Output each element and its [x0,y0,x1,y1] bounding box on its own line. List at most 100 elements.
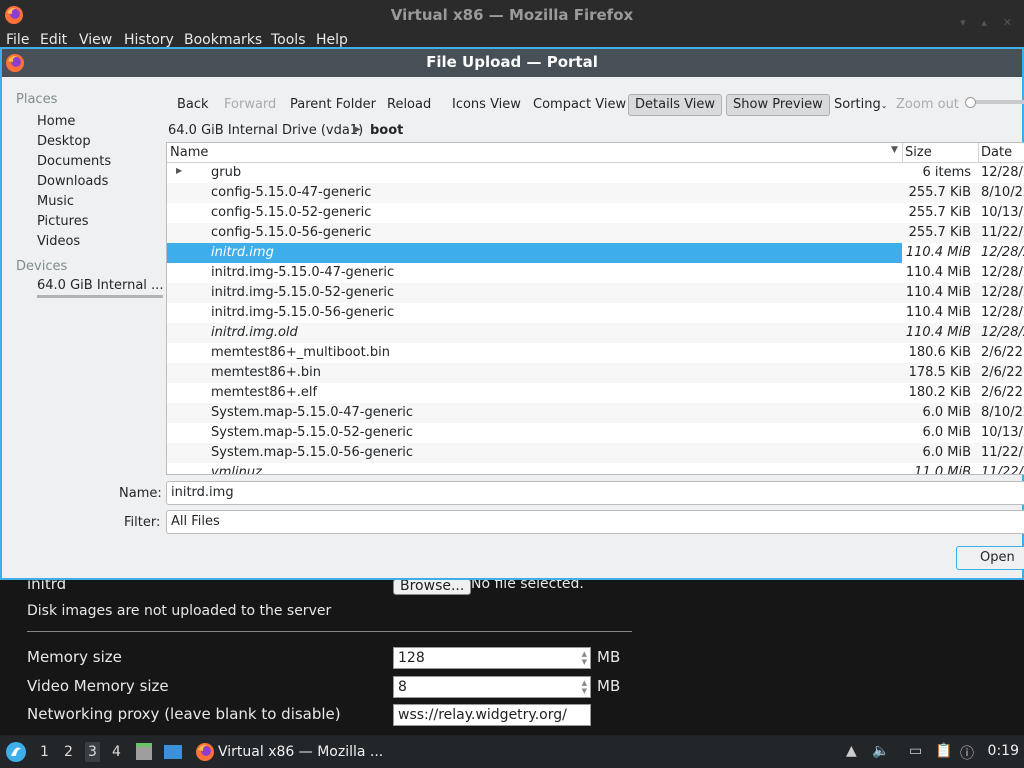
network-icon[interactable]: ▭ [909,743,922,759]
dialog-title: File Upload — Portal [426,53,598,71]
file-row[interactable]: config-5.15.0-56-generic 255.7 KiB 11/22… [167,223,1024,243]
column-separator[interactable] [902,143,903,162]
clipboard-icon[interactable]: 📋 [935,743,952,759]
workspace-1[interactable]: 1 [40,744,49,760]
video-memory-unit: MB [597,677,621,695]
sort-down-icon[interactable]: ▼ [891,145,898,155]
zoom-out-button[interactable]: Zoom out [890,94,965,116]
menu-tools[interactable]: Tools [271,32,306,48]
file-date: 11/22/2 [981,465,1024,475]
filter-select[interactable]: All Files [166,510,1024,534]
spinner-icon[interactable]: ▲ ▼ [582,650,587,666]
volume-icon[interactable]: 🔈 [872,743,889,759]
place-videos[interactable]: Videos [37,234,80,249]
place-music[interactable]: Music [37,194,74,209]
memory-size-input[interactable]: 128 ▲ ▼ [393,647,591,669]
notification-icon[interactable]: ⓘ [960,743,974,763]
file-name: config-5.15.0-47-generic [211,185,372,200]
menu-history[interactable]: History [124,32,174,48]
back-button[interactable]: Back [171,94,215,116]
menu-edit[interactable]: Edit [40,32,67,48]
workspace-3[interactable]: 3 [85,742,100,762]
file-size: 110.4 MiB [905,265,971,280]
video-memory-label: Video Memory size [27,677,169,695]
file-date: 10/13/2 [981,425,1024,440]
proxy-input[interactable]: wss://relay.widgetry.org/ [393,704,591,726]
file-row[interactable]: initrd.img-5.15.0-56-generic 110.4 MiB 1… [167,303,1024,323]
app-launcher-icon[interactable] [5,741,27,763]
window-icon[interactable] [163,743,183,761]
file-name: initrd.img.old [211,325,298,340]
file-row-selected[interactable]: initrd.img 110.4 MiB 12/28/2 [167,243,1024,263]
file-row[interactable]: memtest86+.bin 178.5 KiB 2/6/22 1 [167,363,1024,383]
file-size: 255.7 KiB [908,205,971,220]
expand-arrow-icon[interactable]: ▶ [176,166,182,175]
parent-folder-button[interactable]: Parent Folder [284,94,382,116]
place-downloads[interactable]: Downloads [37,174,108,189]
place-documents[interactable]: Documents [37,154,111,169]
place-desktop[interactable]: Desktop [37,134,91,149]
upload-icon[interactable]: ▲ [846,743,857,759]
file-name-input[interactable]: initrd.img [166,481,1024,505]
file-row[interactable]: vmlinuz 11.0 MiB 11/22/2 [167,463,1024,475]
browse-button[interactable]: Browse... [393,579,472,595]
firefox-titlebar: Virtual x86 — Mozilla Firefox ▾ ▴ ✕ [0,0,1024,30]
dialog-titlebar: File Upload — Portal [2,49,1022,77]
proxy-label: Networking proxy (leave blank to disable… [27,705,341,723]
file-row[interactable]: System.map-5.15.0-52-generic 6.0 MiB 10/… [167,423,1024,443]
breadcrumb-folder[interactable]: boot [370,123,403,138]
sorting-button[interactable]: Sorting⌄ [828,94,893,116]
file-list[interactable]: Name ▼ Size Date ▶ grub 6 items 12/28/2 … [166,142,1024,475]
taskbar-firefox-button[interactable]: Virtual x86 — Mozilla ... [195,740,383,764]
file-row[interactable]: initrd.img.old 110.4 MiB 12/28/2 [167,323,1024,343]
forward-button[interactable]: Forward [218,94,282,116]
open-button[interactable]: Open [956,546,1024,570]
file-row[interactable]: initrd.img-5.15.0-52-generic 110.4 MiB 1… [167,283,1024,303]
device-internal-drive[interactable]: 64.0 GiB Internal ... [37,278,164,298]
file-manager-icon[interactable] [135,742,153,762]
memory-size-value: 128 [398,650,425,666]
menu-bookmarks[interactable]: Bookmarks [184,32,262,48]
place-home[interactable]: Home [37,114,75,129]
place-pictures[interactable]: Pictures [37,214,88,229]
file-date: 12/28/2 [981,265,1024,280]
zoom-slider-handle[interactable] [965,97,976,108]
column-date[interactable]: Date [981,145,1012,160]
file-size: 6.0 MiB [922,445,971,460]
file-row[interactable]: memtest86+.elf 180.2 KiB 2/6/22 1 [167,383,1024,403]
file-date: 12/28/2 [981,165,1024,180]
column-name[interactable]: Name [170,145,208,160]
file-row[interactable]: config-5.15.0-52-generic 255.7 KiB 10/13… [167,203,1024,223]
details-view-button[interactable]: Details View [628,94,723,116]
menu-help[interactable]: Help [316,32,348,48]
file-row[interactable]: initrd.img-5.15.0-47-generic 110.4 MiB 1… [167,263,1024,283]
icons-view-button[interactable]: Icons View [446,94,527,116]
sorting-label: Sorting [834,97,881,112]
reload-button[interactable]: Reload [381,94,437,116]
memory-size-label: Memory size [27,648,122,666]
column-size[interactable]: Size [905,145,932,160]
chevron-right-icon[interactable]: ▶ [353,124,361,135]
video-memory-input[interactable]: 8 ▲ ▼ [393,676,591,698]
divider [27,631,632,632]
breadcrumb-drive[interactable]: 64.0 GiB Internal Drive (vda1) [168,123,363,138]
file-size: 6.0 MiB [922,425,971,440]
show-preview-button[interactable]: Show Preview [726,94,830,116]
clock[interactable]: 0:19 [988,743,1019,759]
file-name: initrd.img [211,245,274,260]
filter-value: All Files [171,514,220,529]
file-row[interactable]: System.map-5.15.0-56-generic 6.0 MiB 11/… [167,443,1024,463]
workspace-2[interactable]: 2 [64,744,73,760]
chevron-down-icon: ⌄ [880,101,888,110]
file-row[interactable]: System.map-5.15.0-47-generic 6.0 MiB 8/1… [167,403,1024,423]
workspace-4[interactable]: 4 [112,744,121,760]
file-row-folder[interactable]: ▶ grub 6 items 12/28/2 [167,163,1024,183]
file-row[interactable]: config-5.15.0-47-generic 255.7 KiB 8/10/… [167,183,1024,203]
menu-file[interactable]: File [6,32,29,48]
column-separator[interactable] [978,143,979,162]
spinner-icon[interactable]: ▲ ▼ [582,679,587,695]
menu-view[interactable]: View [79,32,112,48]
file-row[interactable]: memtest86+_multiboot.bin 180.6 KiB 2/6/2… [167,343,1024,363]
compact-view-button[interactable]: Compact View [527,94,632,116]
file-size: 110.4 MiB [905,245,971,260]
